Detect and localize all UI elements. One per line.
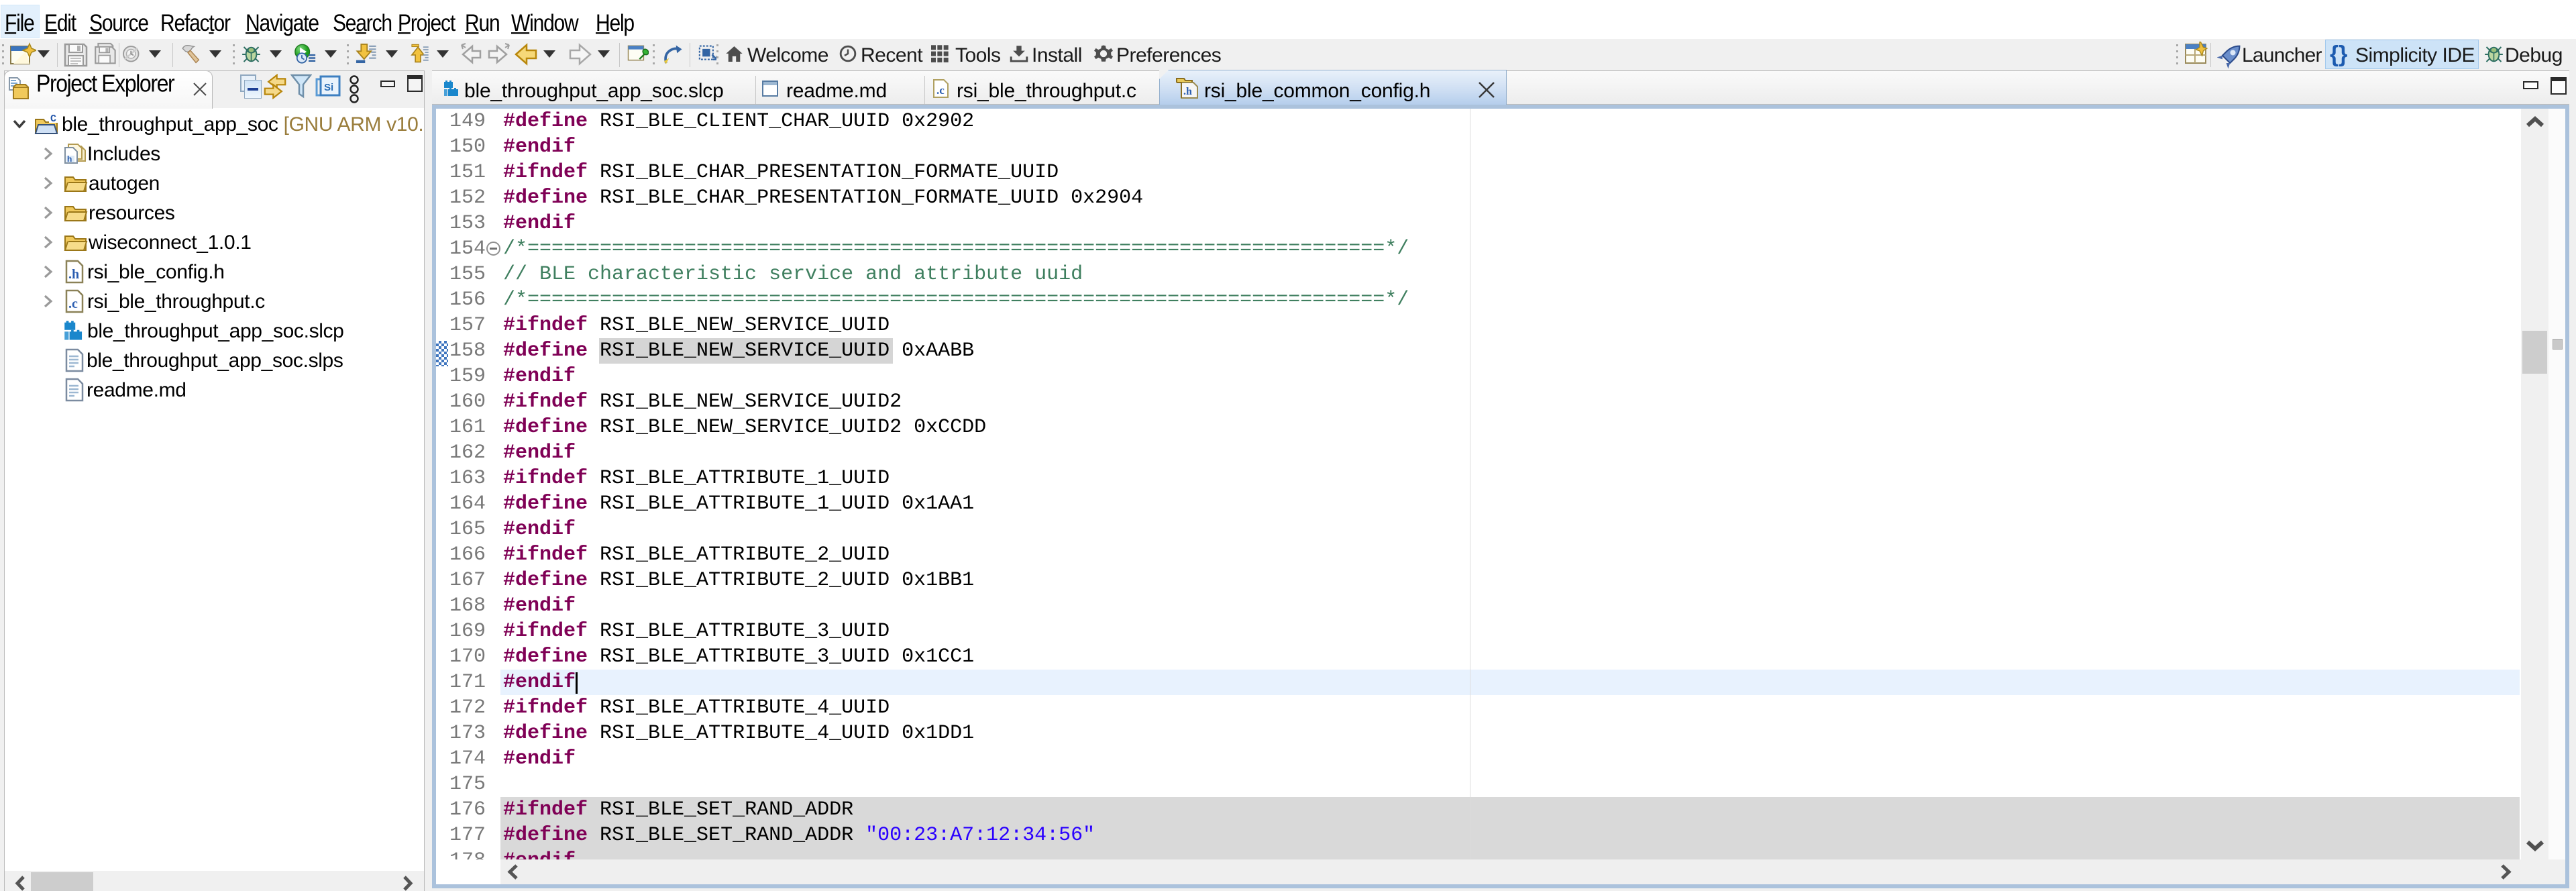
svg-text:C: C (50, 113, 56, 125)
svg-text:h: h (67, 154, 72, 164)
svg-text:.c: .c (68, 297, 78, 311)
svg-text:.h: .h (68, 267, 79, 282)
svg-text:.c: .c (936, 84, 945, 97)
svg-text:Si: Si (324, 82, 333, 93)
svg-text:.h: .h (1183, 86, 1192, 97)
svg-text:{}: {} (2330, 42, 2347, 67)
